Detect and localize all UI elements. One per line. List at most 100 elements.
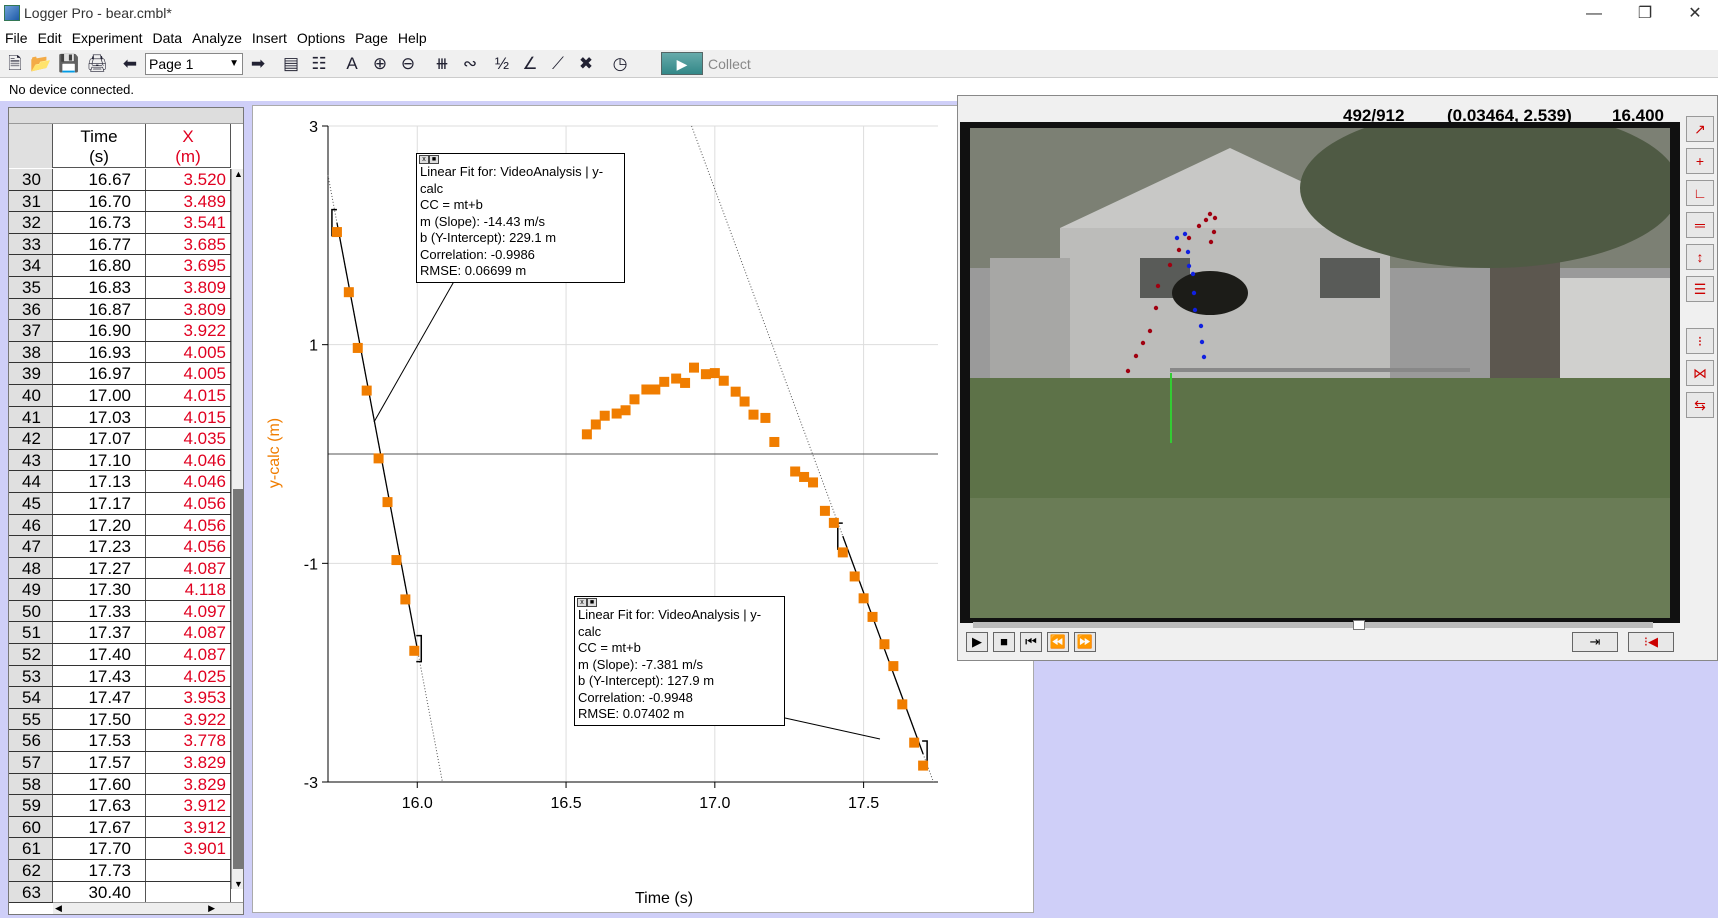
open-file-icon[interactable]: 📂: [29, 53, 53, 75]
table-row[interactable]: 50 17.33 4.097: [9, 600, 231, 623]
table-row[interactable]: 46 17.20 4.056: [9, 514, 231, 537]
next-page-icon[interactable]: ➡: [246, 53, 270, 75]
table-row[interactable]: 55 17.50 3.922: [9, 708, 231, 731]
x-cell[interactable]: 3.922: [146, 320, 231, 341]
table-row[interactable]: 36 16.87 3.809: [9, 298, 231, 321]
menu-analyze[interactable]: Analyze: [187, 28, 247, 48]
time-cell[interactable]: 17.70: [53, 838, 146, 859]
data-point[interactable]: [629, 394, 640, 405]
table-row[interactable]: 62 17.73: [9, 860, 231, 882]
menu-experiment[interactable]: Experiment: [67, 28, 148, 48]
replay-icon[interactable]: ◷: [608, 53, 632, 75]
maximize-button[interactable]: ❐: [1625, 2, 1665, 26]
time-cell[interactable]: 17.03: [53, 406, 146, 428]
data-point[interactable]: [709, 368, 720, 379]
point-series-icon[interactable]: ☰: [1686, 276, 1714, 302]
minimize-button[interactable]: —: [1574, 2, 1614, 26]
add-point-icon[interactable]: +: [1686, 148, 1714, 174]
time-cell[interactable]: 17.43: [53, 665, 146, 687]
seek-knob[interactable]: [1353, 620, 1365, 630]
time-cell[interactable]: 17.23: [53, 536, 146, 557]
data-point[interactable]: [611, 408, 622, 419]
x-cell[interactable]: 4.005: [146, 363, 231, 384]
data-point[interactable]: [837, 547, 848, 558]
data-point[interactable]: [343, 287, 354, 298]
table-row[interactable]: 43 17.10 4.046: [9, 449, 231, 472]
x-cell[interactable]: [146, 860, 231, 881]
table-row[interactable]: 51 17.37 4.087: [9, 622, 231, 645]
table-row[interactable]: 41 17.03 4.015: [9, 406, 231, 429]
time-cell[interactable]: 17.37: [53, 622, 146, 644]
scroll-down-icon[interactable]: ▼: [234, 879, 243, 889]
menu-edit[interactable]: Edit: [33, 28, 67, 48]
graph-panel[interactable]: 3 1 -1 -3 16.0 16.5 17.0 17.5 Time (s) y-calc (m)…: [252, 105, 1034, 913]
x-cell[interactable]: 3.520: [146, 169, 231, 190]
x-cell[interactable]: [146, 881, 231, 903]
data-point[interactable]: [590, 419, 601, 430]
time-cell[interactable]: 16.97: [53, 363, 146, 384]
sync-icon[interactable]: ⋈: [1686, 360, 1714, 386]
table-vertical-scrollbar[interactable]: ▲ ▼: [231, 169, 243, 889]
close-fit-icon[interactable]: x: [577, 598, 587, 607]
collect-button[interactable]: ▶: [661, 52, 703, 75]
table-row[interactable]: 58 17.60 3.829: [9, 773, 231, 796]
time-cell[interactable]: 17.53: [53, 730, 146, 752]
x-cell[interactable]: 3.901: [146, 838, 231, 859]
time-cell[interactable]: 17.07: [53, 428, 146, 449]
table-row[interactable]: 42 17.07 4.035: [9, 428, 231, 450]
close-fit-icon[interactable]: x: [419, 155, 429, 164]
time-cell[interactable]: 16.90: [53, 320, 146, 341]
table-row[interactable]: 59 17.63 3.912: [9, 795, 231, 817]
set-origin-icon[interactable]: ∟: [1686, 180, 1714, 206]
autoscale-icon[interactable]: A: [340, 53, 364, 75]
x-cell[interactable]: 3.809: [146, 298, 231, 320]
table-row[interactable]: 40 17.00 4.015: [9, 384, 231, 407]
time-cell[interactable]: 17.33: [53, 600, 146, 622]
data-point[interactable]: [897, 699, 908, 710]
x-cell[interactable]: 4.015: [146, 406, 231, 428]
table-row[interactable]: 52 17.40 4.087: [9, 644, 231, 666]
x-cell[interactable]: 4.087: [146, 622, 231, 644]
x-cell[interactable]: 4.046: [146, 449, 231, 471]
table-row[interactable]: 38 16.93 4.005: [9, 341, 231, 364]
data-point[interactable]: [331, 227, 342, 238]
data-point[interactable]: [641, 384, 652, 395]
table-row[interactable]: 30 16.67 3.520: [9, 169, 231, 191]
data-table[interactable]: Time (s) X (m) 30 16.67 3.520 31 16.70 3.489 32 1…: [8, 107, 244, 915]
table-row[interactable]: 31 16.70 3.489: [9, 190, 231, 213]
time-cell[interactable]: 17.20: [53, 514, 146, 536]
table-row[interactable]: 44 17.13 4.046: [9, 471, 231, 493]
table-row[interactable]: 49 17.30 4.118: [9, 579, 231, 601]
set-scale-icon[interactable]: ═: [1686, 212, 1714, 238]
x-cell[interactable]: 4.005: [146, 341, 231, 363]
data-point[interactable]: [352, 342, 363, 353]
x-cell[interactable]: 4.025: [146, 665, 231, 687]
integral-icon[interactable]: ½: [490, 53, 514, 75]
time-cell[interactable]: 17.17: [53, 492, 146, 514]
x-cell[interactable]: 4.056: [146, 536, 231, 557]
table-row[interactable]: 57 17.57 3.829: [9, 752, 231, 774]
trail-toggle-button[interactable]: ⁝◀: [1628, 632, 1674, 652]
x-cell[interactable]: 3.922: [146, 708, 231, 730]
stats-icon[interactable]: ∠: [518, 53, 542, 75]
x-cell[interactable]: 3.685: [146, 233, 231, 255]
table-row[interactable]: 61 17.70 3.901: [9, 838, 231, 860]
time-cell[interactable]: 16.77: [53, 233, 146, 255]
table-row[interactable]: 48 17.27 4.087: [9, 557, 231, 580]
table-row[interactable]: 39 16.97 4.005: [9, 363, 231, 385]
x-cell[interactable]: 3.489: [146, 190, 231, 212]
table-horizontal-scrollbar[interactable]: ◀ ▶: [53, 902, 243, 914]
video-seek-bar[interactable]: [973, 620, 1653, 630]
save-icon[interactable]: 💾: [57, 53, 81, 75]
data-point[interactable]: [858, 593, 869, 604]
data-point[interactable]: [828, 517, 839, 528]
x-cell[interactable]: 4.118: [146, 579, 231, 600]
x-cell[interactable]: 4.097: [146, 600, 231, 622]
data-point[interactable]: [391, 555, 402, 566]
data-point[interactable]: [790, 466, 801, 477]
data-point[interactable]: [909, 737, 920, 748]
page-select[interactable]: Page 1 ▼: [145, 53, 243, 75]
menu-options[interactable]: Options: [292, 28, 350, 48]
data-point[interactable]: [680, 377, 691, 388]
x-cell[interactable]: 3.809: [146, 276, 231, 298]
